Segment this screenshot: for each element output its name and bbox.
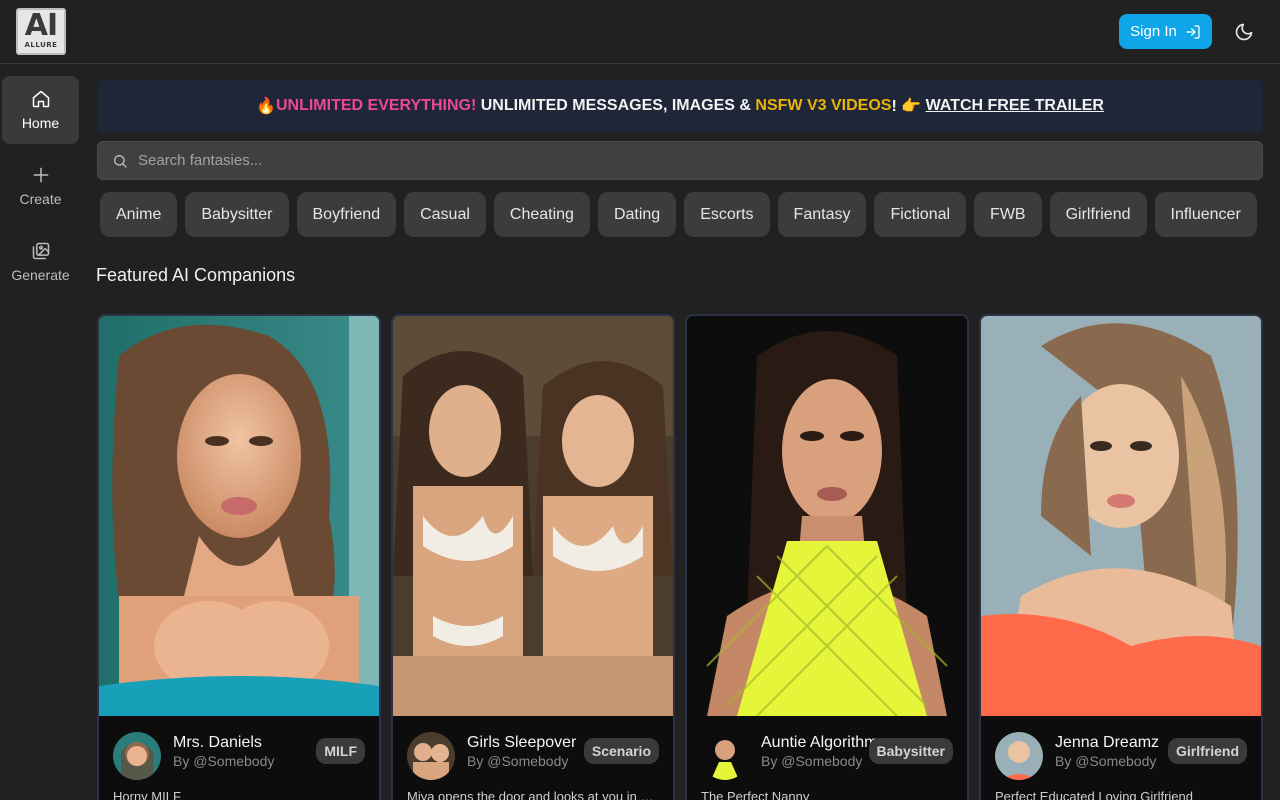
companion-author: By @Somebody [1055,753,1157,769]
companion-description: Horny MILF [113,789,181,800]
watch-trailer-link[interactable]: WATCH FREE TRAILER [926,97,1104,115]
companion-info: Auntie Algorithm By @Somebody Babysitter… [687,716,967,800]
companion-name: Mrs. Daniels [173,734,262,751]
companion-author: By @Somebody [173,753,275,769]
companion-image [687,316,967,716]
image-gallery-icon [32,242,49,260]
companion-description: Miya opens the door and looks at you in … [407,789,659,800]
avatar [701,732,749,780]
tag-casual[interactable]: Casual [404,192,486,237]
moon-icon [1235,23,1253,41]
companion-info: Jenna Dreamz By @Somebody Girlfriend Per… [981,716,1261,800]
tag-babysitter[interactable]: Babysitter [185,192,289,237]
banner-text: UNLIMITED MESSAGES, IMAGES & [476,97,756,114]
companion-author: By @Somebody [761,753,863,769]
avatar [407,732,455,780]
sidebar-item-label: Generate [11,267,70,283]
tag-boyfriend[interactable]: Boyfriend [296,192,397,237]
sign-in-label: Sign In [1130,23,1177,40]
theme-toggle-button[interactable] [1230,18,1258,46]
companion-name: Girls Sleepover [467,734,577,751]
fire-icon: 🔥 [256,98,276,115]
tag-cheating[interactable]: Cheating [493,192,590,237]
companion-card[interactable]: Mrs. Daniels By @Somebody MILF Horny MIL… [97,314,381,800]
category-badge: MILF [316,738,365,764]
companion-author: By @Somebody [467,753,569,769]
promo-banner: 🔥 UNLIMITED EVERYTHING! UNLIMITED MESSAG… [97,80,1263,132]
companion-image [981,316,1261,716]
tag-dating[interactable]: Dating [597,192,677,237]
logo-text: AI [24,8,58,43]
category-tags: Anime Babysitter Boyfriend Casual Cheating Da… [100,192,1264,237]
sidebar-item-home[interactable]: Home [2,76,79,144]
avatar [995,732,1043,780]
category-badge: Babysitter [868,738,953,764]
banner-highlight-videos: NSFW V3 VIDEOS [755,97,892,114]
companion-info: Mrs. Daniels By @Somebody MILF Horny MIL… [99,716,379,800]
sidebar-item-create[interactable]: Create [2,152,79,220]
companion-image [393,316,673,716]
tag-influencer[interactable]: Influencer [1154,192,1257,237]
companion-description: Perfect Educated Loving Girlfriend [995,789,1193,800]
companion-card[interactable]: Jenna Dreamz By @Somebody Girlfriend Per… [979,314,1263,800]
companion-name: Jenna Dreamz [1055,734,1160,751]
logo-subtext: ALLURE [24,41,58,49]
login-arrow-icon [1186,24,1200,39]
banner-highlight: UNLIMITED EVERYTHING! [275,97,477,114]
sidebar: Home Create Generate [0,64,80,800]
sidebar-item-label: Create [19,191,62,207]
tag-fwb[interactable]: FWB [974,192,1042,237]
search-bar[interactable] [97,141,1263,180]
companion-info: Girls Sleepover By @Somebody Scenario Mi… [393,716,673,800]
top-header: AI ALLURE Sign In [0,0,1280,64]
companion-description: The Perfect Nanny [701,789,810,800]
companion-card[interactable]: Girls Sleepover By @Somebody Scenario Mi… [391,314,675,800]
sidebar-item-label: Home [21,115,60,131]
tag-fantasy[interactable]: Fantasy [777,192,867,237]
avatar [113,732,161,780]
section-title: Featured AI Companions [96,265,296,285]
banner-text-after: ! 👉 [891,98,926,115]
home-icon [32,90,49,108]
tag-escorts[interactable]: Escorts [684,192,770,237]
tag-fictional[interactable]: Fictional [874,192,967,237]
companion-image [99,316,379,716]
tag-anime[interactable]: Anime [100,192,178,237]
tag-girlfriend[interactable]: Girlfriend [1049,192,1147,237]
companion-card[interactable]: Auntie Algorithm By @Somebody Babysitter… [685,314,969,800]
sign-in-button[interactable]: Sign In [1119,14,1212,49]
plus-icon [33,167,48,183]
allure-logo[interactable]: AI ALLURE [16,8,66,55]
search-icon [114,154,127,168]
companion-name: Auntie Algorithm [761,734,878,751]
category-badge: Girlfriend [1167,738,1247,764]
sidebar-item-generate[interactable]: Generate [2,228,79,296]
search-input[interactable] [138,152,1238,169]
category-badge: Scenario [583,738,659,764]
